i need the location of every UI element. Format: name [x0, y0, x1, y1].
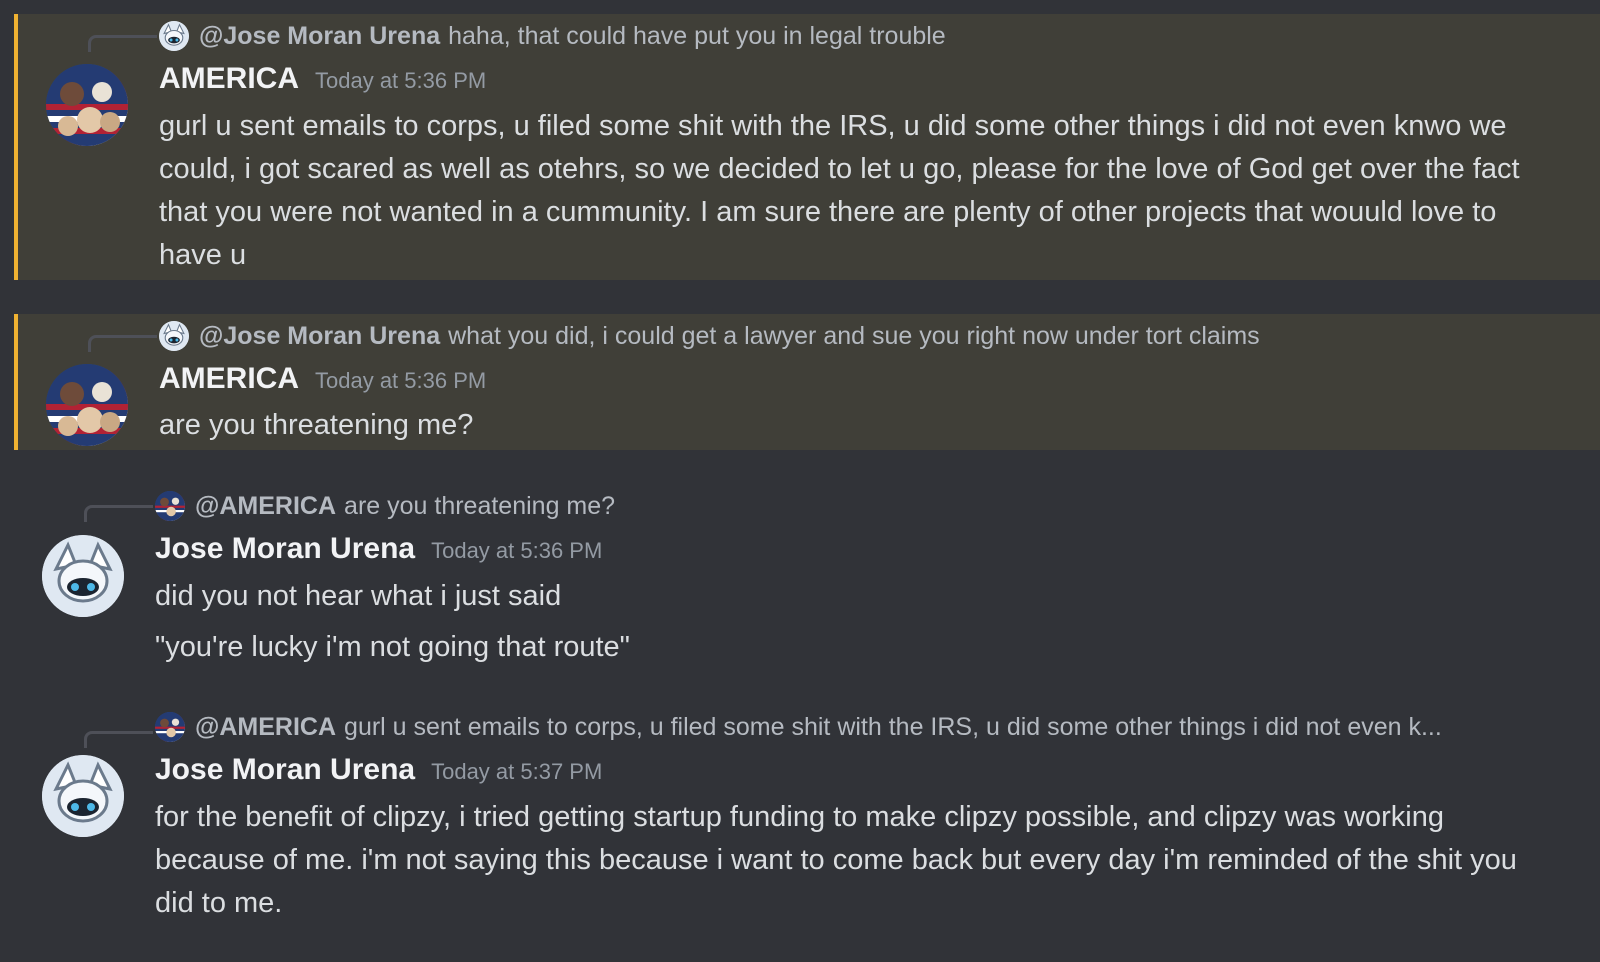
message-text: "you're lucky i'm not going that route" [155, 631, 630, 663]
reply-username[interactable]: @AMERICA [195, 492, 336, 521]
reply-username[interactable]: @AMERICA [195, 713, 336, 742]
message-timestamp[interactable]: Today at 5:36 PM [431, 538, 602, 564]
reply-connector [84, 505, 153, 522]
reply-reference[interactable]: @AMERICA gurl u sent emails to corps, u … [155, 710, 1540, 744]
message-content: are you threatening me? [159, 404, 1520, 447]
message-header: Jose Moran Urena Today at 5:37 PM [155, 753, 602, 787]
author-username[interactable]: AMERICA [159, 62, 299, 96]
message-item[interactable]: @AMERICA are you threatening me? Jose Mo… [14, 484, 1600, 674]
chat-message-list: @Jose Moran Urena haha, that could have … [0, 0, 1600, 962]
user-avatar[interactable] [46, 64, 128, 146]
message-text: gurl u sent emails to corps, u filed som… [159, 110, 1520, 271]
reply-reference[interactable]: @AMERICA are you threatening me? [155, 489, 615, 523]
message-item[interactable]: @AMERICA gurl u sent emails to corps, u … [14, 710, 1600, 962]
message-header: AMERICA Today at 5:36 PM [159, 362, 486, 396]
author-username[interactable]: Jose Moran Urena [155, 532, 415, 566]
fox-avatar-icon [159, 321, 189, 351]
message-content: for the benefit of clipzy, i tried getti… [155, 796, 1520, 925]
user-avatar[interactable] [42, 535, 124, 617]
reply-preview-text[interactable]: gurl u sent emails to corps, u filed som… [344, 713, 1442, 742]
reply-preview-text[interactable]: are you threatening me? [344, 492, 615, 521]
reply-reference[interactable]: @Jose Moran Urena what you did, i could … [159, 319, 1260, 353]
reply-connector [84, 731, 153, 748]
america-collage-avatar-icon [46, 364, 128, 446]
message-timestamp[interactable]: Today at 5:37 PM [431, 759, 602, 785]
america-collage-avatar-icon [46, 64, 128, 146]
message-content: gurl u sent emails to corps, u filed som… [159, 105, 1520, 277]
reply-username[interactable]: @Jose Moran Urena [199, 322, 440, 351]
user-avatar[interactable] [42, 755, 124, 837]
reply-connector [88, 35, 157, 52]
reply-username[interactable]: @Jose Moran Urena [199, 22, 440, 51]
reply-preview-text[interactable]: haha, that could have put you in legal t… [448, 22, 946, 51]
message-text: are you threatening me? [159, 409, 474, 441]
message-header: AMERICA Today at 5:36 PM [159, 62, 486, 96]
fox-avatar-icon [159, 21, 189, 51]
reply-preview-text[interactable]: what you did, i could get a lawyer and s… [448, 322, 1260, 351]
fox-avatar-icon [42, 755, 124, 837]
message-item[interactable]: @Jose Moran Urena what you did, i could … [14, 314, 1600, 450]
fox-avatar-icon [42, 535, 124, 617]
message-item[interactable]: @Jose Moran Urena haha, that could have … [14, 14, 1600, 280]
user-avatar[interactable] [46, 364, 128, 446]
message-text: for the benefit of clipzy, i tried getti… [155, 801, 1517, 919]
author-username[interactable]: Jose Moran Urena [155, 753, 415, 787]
author-username[interactable]: AMERICA [159, 362, 299, 396]
america-collage-avatar-icon [155, 491, 185, 521]
message-content: did you not hear what i just said "you'r… [155, 575, 1520, 669]
message-timestamp[interactable]: Today at 5:36 PM [315, 68, 486, 94]
message-header: Jose Moran Urena Today at 5:36 PM [155, 532, 602, 566]
reply-connector [88, 335, 157, 352]
message-text: did you not hear what i just said [155, 580, 562, 612]
reply-reference[interactable]: @Jose Moran Urena haha, that could have … [159, 19, 946, 53]
america-collage-avatar-icon [155, 712, 185, 742]
message-timestamp[interactable]: Today at 5:36 PM [315, 368, 486, 394]
